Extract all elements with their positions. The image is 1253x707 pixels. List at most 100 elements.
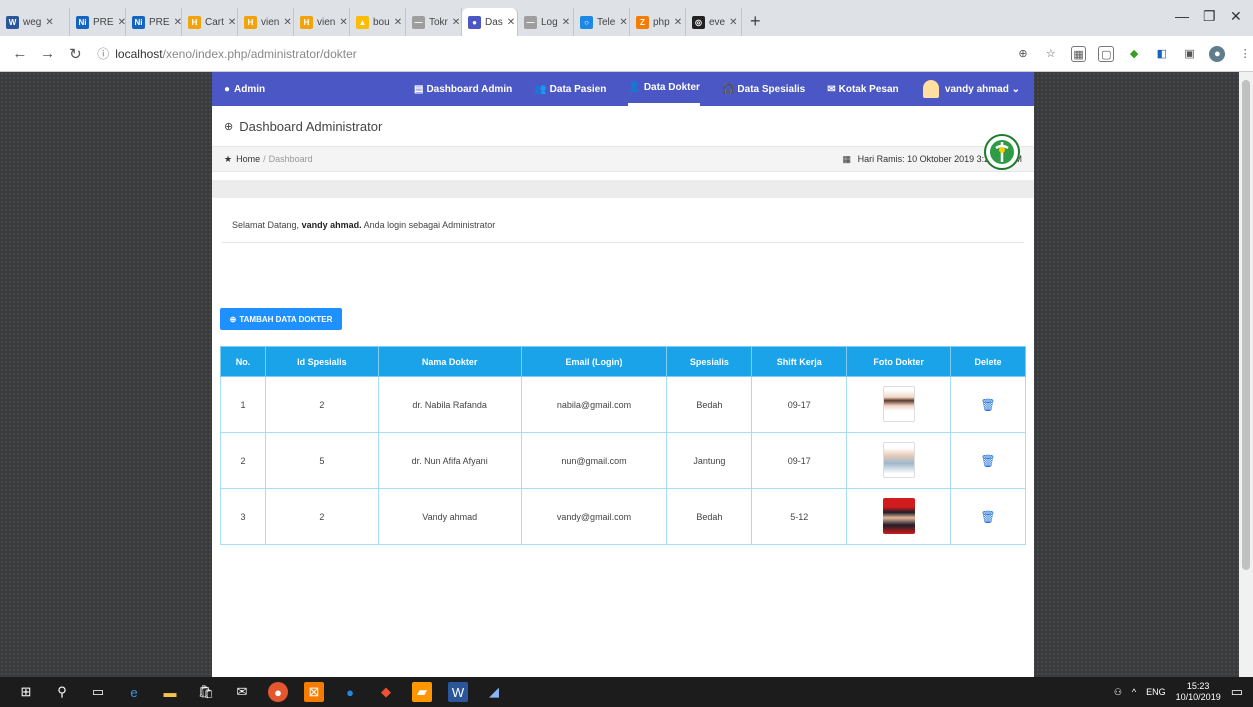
extension-icon[interactable]: ◧: [1154, 46, 1170, 62]
tab-close-icon[interactable]: ✕: [339, 17, 347, 28]
doctor-photo[interactable]: [882, 497, 915, 534]
word-icon[interactable]: W: [448, 682, 468, 702]
column-header[interactable]: Email (Login): [520, 346, 668, 377]
column-header[interactable]: No.: [220, 346, 266, 377]
extension-icon[interactable]: ◆: [1126, 46, 1142, 62]
notifications-icon[interactable]: ▭: [1231, 684, 1243, 700]
tab-close-icon[interactable]: ✕: [507, 17, 515, 28]
url-input[interactable]: ⓘ localhost /xeno/index.php/administrato…: [97, 41, 1003, 67]
minimize-icon[interactable]: —: [1175, 8, 1189, 24]
nav-icon: 👥: [534, 83, 547, 95]
file-explorer-icon[interactable]: ▬: [160, 682, 180, 702]
zoom-icon[interactable]: ⊕: [1015, 46, 1031, 62]
cell-id: 2: [264, 376, 379, 433]
browser-tab[interactable]: Zphp ✕: [630, 8, 686, 36]
tab-close-icon[interactable]: ✕: [394, 17, 402, 28]
maximize-icon[interactable]: ❐: [1203, 8, 1216, 25]
edge-icon[interactable]: e: [124, 682, 144, 702]
nav-item-dashboard-admin[interactable]: ▤ Dashboard Admin: [414, 72, 512, 106]
tab-close-icon[interactable]: ✕: [452, 17, 460, 28]
browser-tab[interactable]: — Tokr ✕: [406, 8, 462, 36]
extension-icon[interactable]: ▦: [1070, 45, 1087, 62]
vertical-scrollbar[interactable]: [1239, 72, 1253, 677]
tab-close-icon[interactable]: ✕: [619, 17, 627, 28]
browser-tab[interactable]: — Log ✕: [518, 8, 574, 36]
column-header[interactable]: Foto Dokter: [846, 346, 952, 377]
chrome-icon[interactable]: ●: [268, 682, 288, 702]
maps-icon[interactable]: ●: [340, 682, 360, 702]
back-icon[interactable]: ←: [12, 45, 28, 62]
brand[interactable]: ● Admin: [224, 84, 414, 95]
cell-foto: [846, 432, 952, 489]
nav-item-data-spesialis[interactable]: 🎧 Data Spesialis: [722, 72, 805, 106]
dashboard-icon: ⊕: [224, 120, 234, 133]
browser-tab[interactable]: ● Das ✕: [462, 8, 518, 36]
page-header: ⊕ Dashboard Administrator: [212, 106, 1034, 146]
nav-item-kotak-pesan[interactable]: ✉ Kotak Pesan: [827, 72, 898, 106]
column-header[interactable]: Id Spesialis: [264, 346, 379, 377]
browser-tab[interactable]: ◎ eve ✕: [686, 8, 742, 36]
browser-tab[interactable]: Hvien ✕: [238, 8, 294, 36]
home-icon: ★: [224, 153, 233, 164]
column-header[interactable]: Delete: [950, 346, 1026, 377]
browser-tab[interactable]: Ni PRE ✕: [126, 8, 182, 36]
welcome-suffix: Anda login sebagai Administrator: [363, 220, 496, 230]
column-header[interactable]: Shift Kerja: [751, 346, 848, 377]
tab-close-icon[interactable]: ✕: [45, 17, 53, 28]
browser-tab[interactable]: H Cart ✕: [182, 8, 238, 36]
browser-tab[interactable]: Hvien ✕: [294, 8, 350, 36]
nav-label: Data Spesialis: [737, 83, 806, 95]
trash-icon[interactable]: 🗑: [980, 454, 995, 468]
tab-close-icon[interactable]: ✕: [174, 17, 181, 28]
xampp-icon[interactable]: ⊠: [304, 682, 324, 702]
forward-icon[interactable]: →: [40, 45, 56, 62]
tab-close-icon[interactable]: ✕: [118, 17, 125, 28]
nav-item-data-pasien[interactable]: 👥 Data Pasien: [534, 72, 606, 106]
close-window-icon[interactable]: ✕: [1230, 8, 1242, 25]
extension-icon[interactable]: ▢: [1098, 45, 1115, 62]
git-icon[interactable]: ◆: [376, 682, 396, 702]
search-icon[interactable]: ⚲: [52, 682, 72, 702]
info-icon[interactable]: ⓘ: [97, 45, 109, 62]
bookmark-star-icon[interactable]: ☆: [1043, 46, 1059, 62]
tab-close-icon[interactable]: ✕: [283, 17, 291, 28]
browser-tab[interactable]: Ni PRE ✕: [70, 8, 126, 36]
trash-icon[interactable]: 🗑: [980, 398, 995, 412]
extension-icon[interactable]: ▣: [1182, 46, 1198, 62]
trash-icon[interactable]: 🗑: [980, 510, 995, 524]
new-tab-icon[interactable]: +: [750, 11, 761, 32]
task-view-icon[interactable]: ▭: [88, 682, 108, 702]
cell-spesialis: Bedah: [666, 488, 753, 545]
language-indicator[interactable]: ENG: [1146, 687, 1166, 697]
app-icon[interactable]: ◢: [484, 682, 504, 702]
column-header[interactable]: Spesialis: [666, 346, 753, 377]
tab-close-icon[interactable]: ✕: [674, 17, 682, 28]
column-header[interactable]: Nama Dokter: [377, 346, 522, 377]
nav-item-data-dokter[interactable]: 👤 Data Dokter: [628, 72, 700, 106]
tab-close-icon[interactable]: ✕: [729, 17, 737, 28]
windows-start-icon[interactable]: ⊞: [16, 682, 36, 702]
doctor-photo[interactable]: [882, 441, 915, 478]
browser-tab[interactable]: Wweg ✕: [0, 8, 70, 36]
browser-tab[interactable]: ▲ bou ✕: [350, 8, 406, 36]
tab-favicon-icon: Z: [636, 15, 649, 29]
doctor-photo[interactable]: [882, 385, 915, 422]
add-doctor-button[interactable]: ⊕ TAMBAH DATA DOKTER: [220, 308, 342, 330]
clock[interactable]: 15:23 10/10/2019: [1176, 681, 1221, 703]
reload-icon[interactable]: ↻: [68, 45, 84, 63]
tab-close-icon[interactable]: ✕: [562, 17, 570, 28]
user-menu[interactable]: vandy ahmad ⌄: [922, 80, 1020, 98]
nav-icon: 👤: [628, 82, 641, 93]
cell-no: 1: [220, 376, 266, 433]
sublime-icon[interactable]: ▰: [412, 682, 432, 702]
mail-icon[interactable]: ✉: [232, 682, 252, 702]
tray-chevron-icon[interactable]: ^: [1132, 687, 1136, 697]
breadcrumb-home[interactable]: Home: [236, 154, 260, 164]
menu-icon[interactable]: ⋮: [1237, 46, 1253, 62]
profile-avatar[interactable]: ●: [1209, 45, 1226, 62]
people-icon[interactable]: ⚇: [1114, 687, 1122, 698]
tab-close-icon[interactable]: ✕: [228, 17, 236, 28]
nav-icon: ▤: [414, 83, 424, 95]
store-icon[interactable]: 🛍: [196, 682, 216, 702]
browser-tab[interactable]: ○ Tele ✕: [574, 8, 630, 36]
